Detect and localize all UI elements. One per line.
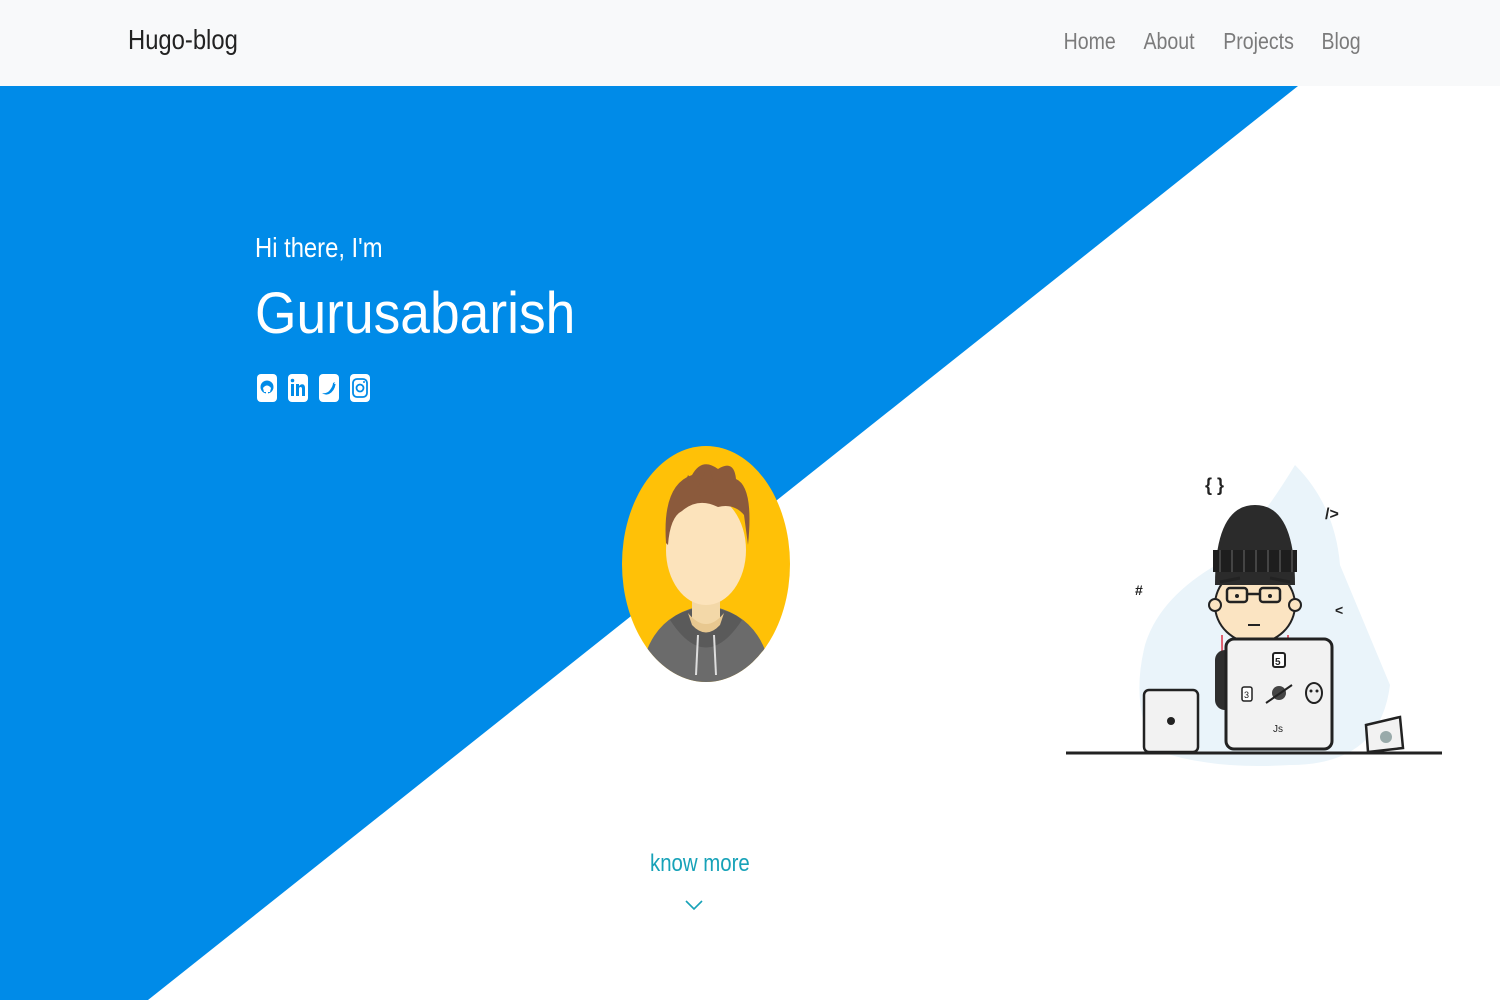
svg-text:5: 5 xyxy=(1275,657,1281,668)
avatar xyxy=(622,446,790,682)
instagram-icon[interactable] xyxy=(349,373,371,403)
svg-text:#: # xyxy=(1135,582,1143,598)
know-more-link[interactable]: know more xyxy=(650,850,750,878)
social-links xyxy=(256,373,371,403)
twitter-icon[interactable] xyxy=(318,373,340,403)
svg-text:<: < xyxy=(1335,602,1343,618)
nav-links: Home About Projects Blog xyxy=(1041,28,1364,55)
github-icon[interactable] xyxy=(256,373,278,403)
nav-blog[interactable]: Blog xyxy=(1321,28,1360,55)
svg-text:Js: Js xyxy=(1273,724,1283,735)
svg-text:/>: /> xyxy=(1325,506,1339,523)
nav-about[interactable]: About xyxy=(1143,28,1194,55)
navbar: Hugo-blog Home About Projects Blog xyxy=(0,0,1500,86)
nav-home[interactable]: Home xyxy=(1064,28,1116,55)
brand-link[interactable]: Hugo-blog xyxy=(128,24,238,56)
nav-projects[interactable]: Projects xyxy=(1223,28,1294,55)
svg-text:{ }: { } xyxy=(1205,475,1224,495)
linkedin-icon[interactable] xyxy=(287,373,309,403)
developer-illustration: { } /> # < 5 3 Js xyxy=(1066,465,1442,766)
hero-name: Gurusabarish xyxy=(255,281,576,346)
hero-greeting: Hi there, I'm xyxy=(255,232,383,263)
chevron-down-icon[interactable] xyxy=(684,898,704,912)
svg-text:3: 3 xyxy=(1244,690,1249,700)
